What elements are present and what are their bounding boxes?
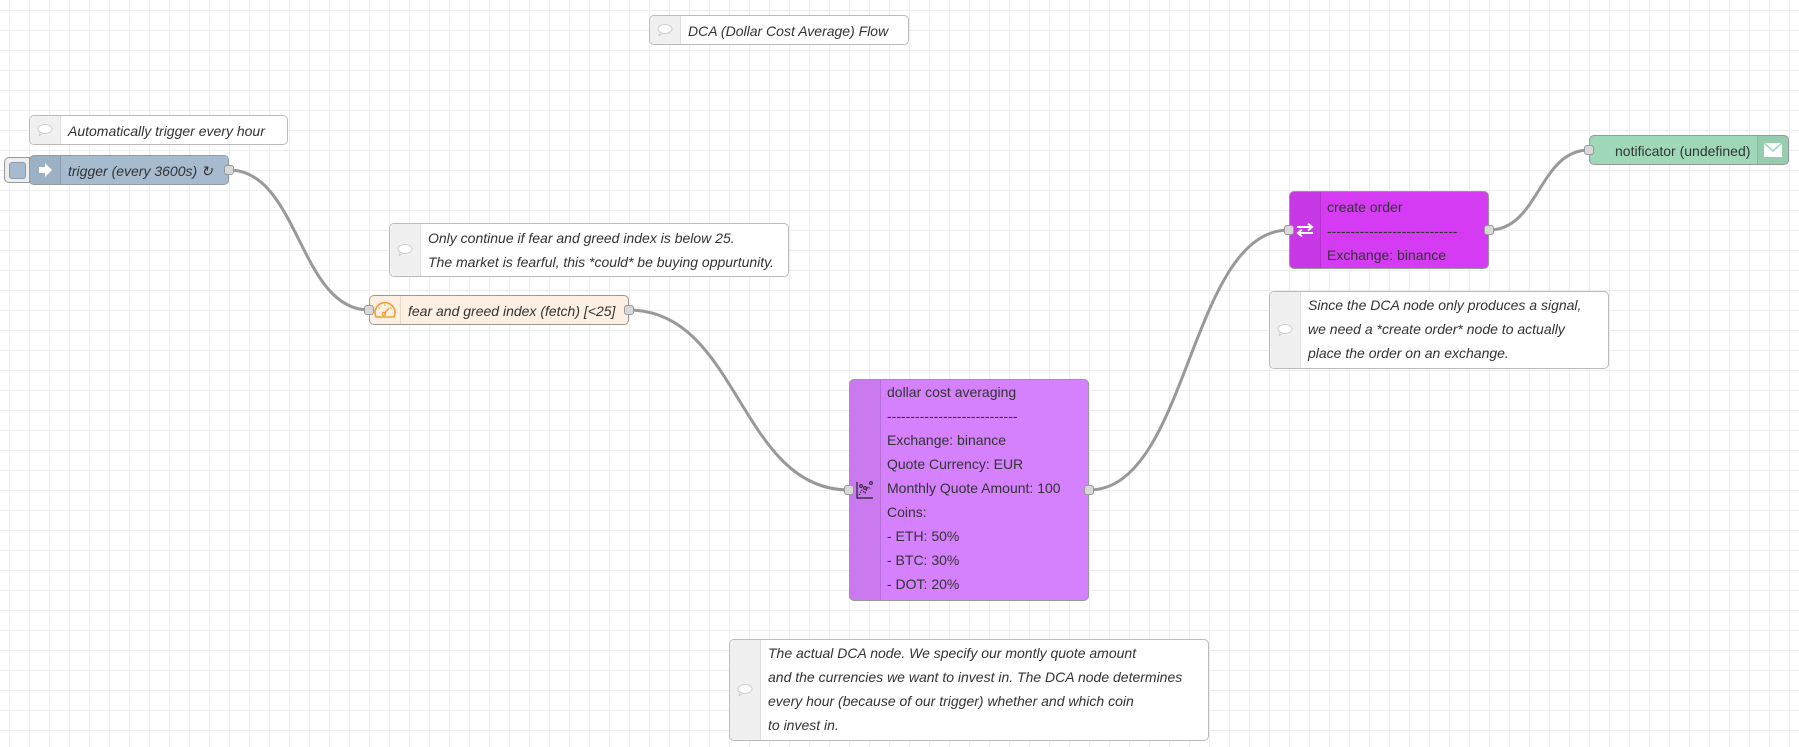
comment-line: to invest in.: [768, 717, 839, 733]
node-line: dollar cost averaging: [887, 384, 1017, 400]
comment-text: Only continue if fear and greed index is…: [428, 226, 774, 274]
gauge-icon: [374, 301, 396, 318]
node-icon-col: [850, 380, 881, 600]
node-icon-col: [370, 296, 401, 324]
comment-icon-col: [390, 224, 421, 276]
node-label: create order ---------------------------…: [1327, 195, 1458, 267]
node-line: ----------------------------: [887, 408, 1018, 424]
node-icon-col: [1290, 192, 1321, 268]
comment-line: and the currencies we want to invest in.…: [768, 669, 1183, 685]
node-line: Exchange: binance: [887, 432, 1007, 448]
comment-line: place the order on an exchange.: [1308, 345, 1509, 361]
comment-text: Automatically trigger every hour: [68, 123, 265, 139]
node-line: - DOT: 20%: [887, 576, 960, 592]
speech-bubble-icon: [737, 684, 753, 696]
wire-dca-to-create-order[interactable]: [1088, 228, 1290, 492]
wire-trigger-to-fear[interactable]: [228, 168, 370, 312]
speech-bubble-icon: [657, 24, 673, 36]
node-dollar-cost-averaging[interactable]: dollar cost averaging ------------------…: [849, 379, 1089, 601]
inject-button[interactable]: [4, 157, 30, 183]
input-port[interactable]: [364, 305, 374, 315]
comment-line: Since the DCA node only produces a signa…: [1308, 297, 1582, 313]
speech-bubble-icon: [37, 124, 53, 136]
node-line: Exchange: binance: [1327, 247, 1447, 263]
node-label: notificator (undefined): [1615, 143, 1751, 159]
wire-create-order-to-notificator[interactable]: [1488, 148, 1590, 232]
speech-bubble-icon: [1277, 324, 1293, 336]
input-port[interactable]: [844, 485, 854, 495]
input-port[interactable]: [1284, 225, 1294, 235]
output-port[interactable]: [1084, 485, 1094, 495]
comment-text: Since the DCA node only produces a signa…: [1308, 293, 1581, 365]
swap-arrows-icon: [1296, 222, 1314, 238]
comment-create-order-hint[interactable]: Since the DCA node only produces a signa…: [1269, 291, 1609, 369]
comment-trigger-hint[interactable]: Automatically trigger every hour: [29, 115, 288, 145]
arrow-right-icon: [39, 163, 52, 177]
output-port[interactable]: [624, 305, 634, 315]
chart-icon: [856, 481, 873, 499]
inject-button-face: [9, 162, 26, 179]
comment-line: we need a *create order* node to actuall…: [1308, 321, 1565, 337]
node-notificator[interactable]: notificator (undefined): [1589, 135, 1789, 165]
wires-layer: [228, 148, 1590, 492]
node-label: fear and greed index (fetch) [<25]: [408, 303, 616, 319]
comment-text: The actual DCA node. We specify our mont…: [768, 641, 1182, 737]
node-line: - BTC: 30%: [887, 552, 960, 568]
comment-icon-col: [730, 640, 761, 740]
comment-dca-hint[interactable]: The actual DCA node. We specify our mont…: [729, 639, 1209, 741]
envelope-icon: [1763, 142, 1783, 157]
node-line: - ETH: 50%: [887, 528, 960, 544]
node-line: ----------------------------: [1327, 223, 1458, 239]
node-line: Quote Currency: EUR: [887, 456, 1024, 472]
input-port[interactable]: [1584, 145, 1594, 155]
node-line: Monthly Quote Amount: 100: [887, 480, 1061, 496]
comment-icon-col: [650, 16, 681, 44]
comment-flow-title[interactable]: DCA (Dollar Cost Average) Flow: [649, 15, 909, 45]
comment-fear-hint[interactable]: Only continue if fear and greed index is…: [389, 223, 789, 277]
node-line: Coins:: [887, 504, 927, 520]
wire-fear-to-dca[interactable]: [628, 308, 850, 492]
comment-line: The market is fearful, this *could* be b…: [428, 254, 775, 270]
comment-text: DCA (Dollar Cost Average) Flow: [688, 23, 889, 39]
comment-line: The actual DCA node. We specify our mont…: [768, 645, 1137, 661]
output-port[interactable]: [224, 165, 234, 175]
node-icon-col: [30, 156, 61, 184]
output-port[interactable]: [1484, 225, 1494, 235]
comment-icon-col: [30, 116, 61, 144]
comment-line: Only continue if fear and greed index is…: [428, 230, 735, 246]
comment-icon-col: [1270, 292, 1301, 368]
node-label: trigger (every 3600s) ↻: [68, 163, 213, 179]
node-fear-greed-index[interactable]: fear and greed index (fetch) [<25]: [369, 295, 629, 325]
node-label: dollar cost averaging ------------------…: [887, 380, 1061, 596]
comment-line: every hour (because of our trigger) whet…: [768, 693, 1134, 709]
node-trigger[interactable]: trigger (every 3600s) ↻: [29, 155, 229, 185]
node-icon-col: [1757, 136, 1788, 164]
node-create-order[interactable]: create order ---------------------------…: [1289, 191, 1489, 269]
speech-bubble-icon: [397, 244, 413, 256]
node-line: create order: [1327, 199, 1403, 215]
